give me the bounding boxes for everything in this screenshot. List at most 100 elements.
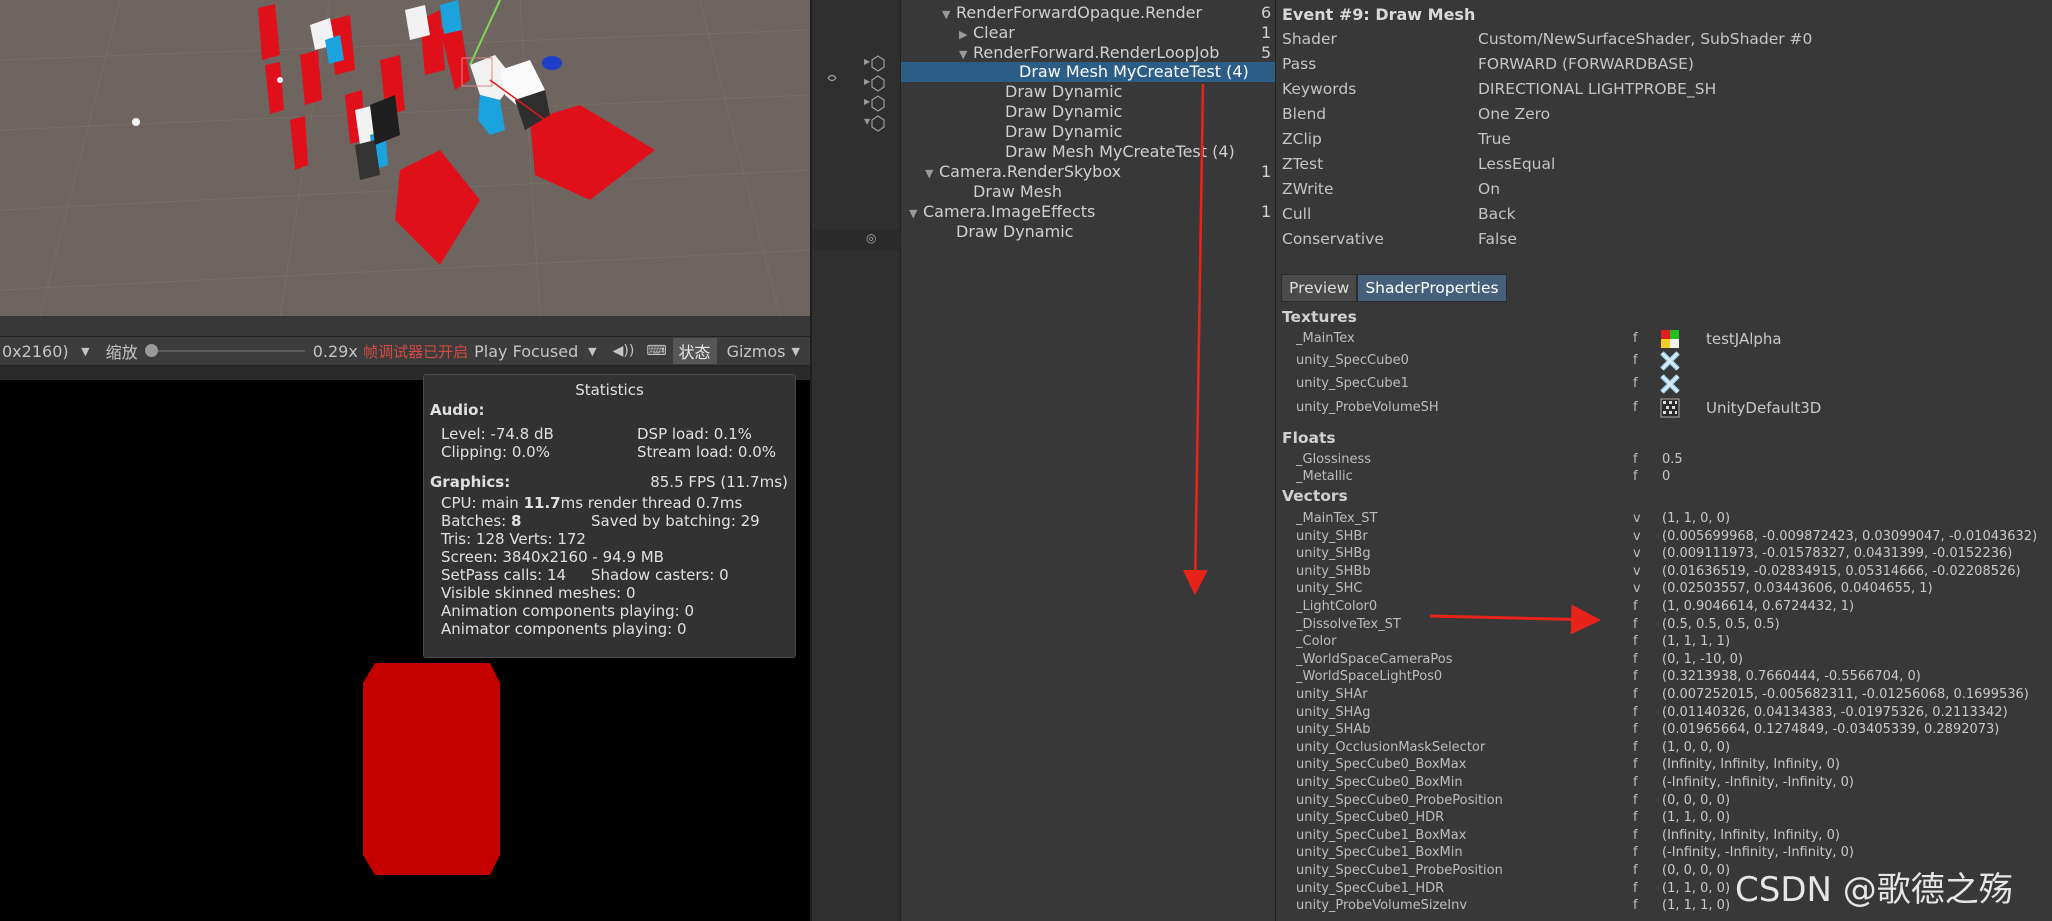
hierarchy-object-icons: ▶ ▶ ▶ ▼ <box>827 55 885 132</box>
scale-slider-handle[interactable] <box>144 344 158 357</box>
tree-node-label: RenderForward.RenderLoopJob <box>973 43 1220 62</box>
tree-node[interactable]: Draw Dynamic <box>991 82 1276 102</box>
tree-node[interactable]: ▼ RenderForwardOpaque.Render 6 <box>942 3 1276 23</box>
property-value: (0.009111973, -0.01578327, 0.0431399, -0… <box>1662 546 2013 562</box>
batches-value: 8 <box>510 512 522 530</box>
scale-slider[interactable] <box>144 344 305 357</box>
resolution-dropdown[interactable]: 0x2160) <box>0 342 91 361</box>
hierarchy-row[interactable]: ◎ <box>812 230 900 250</box>
render-state-value: Back <box>1478 205 1516 223</box>
audio-clipping: Clipping: 0.0% <box>441 443 550 461</box>
property-value: (0.3213938, 0.7660444, -0.5566704, 0) <box>1662 669 1921 685</box>
property-type: f <box>1633 599 1638 614</box>
render-state-row: ZWrite On <box>1282 177 2042 201</box>
tree-node[interactable]: ▼ Camera.RenderSkybox 1 <box>925 162 1276 182</box>
hierarchy-icons: ▶ ▶ ▶ ▼ <box>818 52 898 142</box>
chevron-down-icon: ▼ <box>791 344 800 358</box>
property-value: (0, 0, 0, 0) <box>1662 863 1731 878</box>
property-value: (1, 0, 0, 0) <box>1662 739 1731 755</box>
unity-logo-icon: ◎ <box>866 231 877 245</box>
vector-row: unity_OcclusionMaskSelector f (1, 0, 0, 0) <box>1296 739 2046 756</box>
vector-row: _WorldSpaceCameraPos f (0, 1, -10, 0) <box>1296 651 2046 668</box>
expand-down-icon[interactable]: ▼ <box>925 164 939 184</box>
property-value: (0, 0, 0, 0) <box>1662 792 1731 808</box>
tree-node[interactable]: ▶ Clear 1 <box>959 23 1276 43</box>
render-state-row: Keywords DIRECTIONAL LIGHTPROBE_SH <box>1282 77 2042 101</box>
tree-node[interactable]: Draw Dynamic <box>991 122 1276 142</box>
property-name: unity_SHAr <box>1296 687 1368 702</box>
vector-row: unity_SpecCube0_BoxMin f (-Infinity, -Infi… <box>1296 774 2046 791</box>
vector-row: unity_SHAg f (0.01140326, 0.04134383, -0.0… <box>1296 704 2046 721</box>
tree-node-content: ▼ Camera.ImageEffects <box>909 202 1095 224</box>
tree-node-content: ▼ Camera.RenderSkybox <box>925 162 1121 184</box>
vector-row: unity_SpecCube1_BoxMin f (-Infinity, -Infi… <box>1296 844 2046 861</box>
property-name: unity_SpecCube0_ProbePosition <box>1296 792 1503 808</box>
property-type: f <box>1633 722 1638 738</box>
tab-shader-properties[interactable]: ShaderProperties <box>1357 274 1507 302</box>
property-type: v <box>1633 528 1641 544</box>
texture3d-icon[interactable] <box>1660 398 1680 418</box>
property-name: _Metallic <box>1296 469 1353 484</box>
property-value: (1, 1, 0, 0) <box>1662 511 1731 526</box>
gizmos-dropdown[interactable]: Gizmos <box>727 342 786 361</box>
float-row: _Glossiness f 0.5 <box>1296 451 2046 468</box>
property-value: (1, 1, 1, 0) <box>1662 898 1731 914</box>
texture-row[interactable]: unity_ProbeVolumeSH f UnityDefault3D <box>1296 396 2046 420</box>
render-state-key: Blend <box>1282 105 1327 123</box>
tab-preview[interactable]: Preview <box>1281 274 1358 302</box>
render-state-key: Cull <box>1282 205 1312 223</box>
render-state-key: ZClip <box>1282 130 1322 148</box>
tree-node[interactable]: ▼ RenderForward.RenderLoopJob 5 <box>959 43 1276 63</box>
texture-row[interactable]: unity_SpecCube0 f <box>1296 349 2046 373</box>
tree-node-label: Draw Dynamic <box>1005 102 1123 121</box>
tree-node-label: Camera.ImageEffects <box>923 202 1096 221</box>
property-type: f <box>1633 739 1638 755</box>
cpu-main-value: 11.7 <box>523 494 561 512</box>
tree-node[interactable]: Draw Mesh MyCreateTest (4) <box>901 62 1276 82</box>
scene-view[interactable] <box>0 0 810 316</box>
stats-title: Statistics <box>575 381 644 399</box>
graphics-heading: Graphics: <box>430 473 511 491</box>
tree-node[interactable]: ▼ Camera.ImageEffects 1 <box>909 202 1276 222</box>
color-grid-icon[interactable] <box>1660 329 1680 349</box>
property-type: v <box>1633 581 1641 597</box>
tree-node-content: ▼ RenderForwardOpaque.Render <box>942 3 1202 25</box>
vector-row: unity_SpecCube1_BoxMax f (Infinity, Infini… <box>1296 827 2046 844</box>
tree-node-label: RenderForwardOpaque.Render <box>956 3 1203 22</box>
keyboard-icon[interactable]: ⌨ <box>646 343 666 359</box>
property-name: unity_OcclusionMaskSelector <box>1296 739 1486 755</box>
render-state-row: ZTest LessEqual <box>1282 152 2042 176</box>
tree-node[interactable]: Draw Dynamic <box>942 222 1276 242</box>
audio-level: Level: -74.8 dB <box>441 425 554 443</box>
property-name: unity_SpecCube1_BoxMin <box>1296 845 1463 861</box>
texture-row[interactable]: unity_SpecCube1 f <box>1296 372 2046 396</box>
cubemap-icon[interactable] <box>1660 351 1680 371</box>
property-name: unity_SHC <box>1296 581 1363 597</box>
property-type: f <box>1633 810 1638 826</box>
svg-text:▶: ▶ <box>864 77 871 86</box>
vector-row: unity_SHBr v (0.005699968, -0.009872423, 0… <box>1296 528 2046 545</box>
cubemap-icon[interactable] <box>1660 374 1680 394</box>
expand-down-icon[interactable]: ▼ <box>942 5 956 25</box>
tree-node[interactable]: Draw Mesh MyCreateTest (4) <box>991 142 1276 162</box>
property-value: (-Infinity, -Infinity, -Infinity, 0) <box>1662 845 1854 861</box>
textures-heading: Textures <box>1282 308 1357 326</box>
detail-tabs: Preview ShaderProperties <box>1281 274 1507 302</box>
cpu-suffix: ms render thread 0.7ms <box>560 494 743 512</box>
property-type: f <box>1633 651 1638 667</box>
stats-button[interactable]: 状态 <box>672 338 717 364</box>
expand-down-icon[interactable]: ▼ <box>909 204 923 224</box>
expand-right-icon[interactable]: ▶ <box>959 25 973 45</box>
property-type: f <box>1633 845 1638 861</box>
float-row: _Metallic f 0 <box>1296 468 2046 485</box>
tree-node-label: Draw Dynamic <box>1005 82 1123 101</box>
vector-row: unity_SpecCube0_HDR f (1, 1, 0, 0) <box>1296 809 2046 826</box>
texture-row[interactable]: _MainTex f testJAlpha <box>1296 327 2046 351</box>
audio-mute-icon[interactable]: ◀)) <box>613 343 635 359</box>
play-mode-dropdown[interactable]: Play Focused <box>474 342 598 361</box>
property-name: unity_SHAb <box>1296 722 1371 738</box>
tree-node[interactable]: Draw Mesh <box>959 182 1276 202</box>
property-name: _Glossiness <box>1296 452 1372 467</box>
property-name: unity_SpecCube0_HDR <box>1296 810 1445 826</box>
tree-node[interactable]: Draw Dynamic <box>991 102 1276 122</box>
